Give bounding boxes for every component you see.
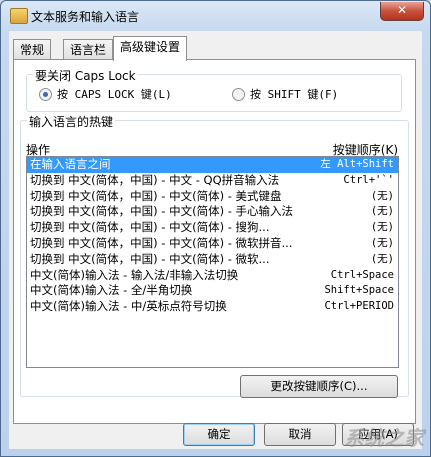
hotkey-action: 在输入语言之间 (30, 157, 111, 171)
hotkey-action: 中文(简体)输入法 - 中/英标点符号切换 (30, 299, 227, 314)
radio-selected-icon (39, 87, 52, 101)
hotkey-row[interactable]: 切换到 中文(简体，中国) - 中文 - QQ拼音输入法 Ctrl+'`' (27, 173, 398, 189)
hotkey-row[interactable]: 切换到 中文(简体，中国) - 中文(简体) - 微软拼音... (无) (27, 236, 398, 252)
radio-unselected-icon (232, 87, 245, 101)
tab-advanced-key-settings[interactable]: 高级键设置 (113, 36, 188, 61)
caps-lock-group: 要关闭 Caps Lock 按 CAPS LOCK 键(L) 按 SHIFT 键… (26, 67, 402, 112)
cancel-button[interactable]: 取消 (264, 423, 336, 446)
hotkey-keys: Ctrl+Space (330, 268, 394, 281)
caps-lock-key-radio[interactable]: 按 CAPS LOCK 键(L) (39, 86, 172, 102)
hotkey-row[interactable]: 中文(简体)输入法 - 中/英标点符号切换 Ctrl+PERIOD (27, 299, 398, 315)
dialog-client: 常规 语言栏 高级键设置 要关闭 Caps Lock 按 CAPS LOCK 键… (9, 31, 422, 449)
watermark-logo: 系统之家 (344, 426, 424, 450)
hotkey-keys: Shift+Space (324, 284, 394, 297)
dialog-window: 文本服务和输入语言 ✕ 常规 语言栏 高级键设置 要关闭 Caps Lock 按… (0, 0, 431, 457)
hotkey-row[interactable]: 切换到 中文(简体，中国) - 中文(简体) - 微软... (无) (27, 252, 398, 268)
hotkey-keys: Ctrl+PERIOD (324, 300, 394, 313)
advanced-key-settings-panel: 要关闭 Caps Lock 按 CAPS LOCK 键(L) 按 SHIFT 键… (13, 59, 416, 424)
hotkeys-list[interactable]: 在输入语言之间 左 Alt+Shift 切换到 中文(简体，中国) - 中文 - Q… (26, 156, 399, 368)
caps-lock-key-label: 按 CAPS LOCK 键(L) (57, 88, 172, 101)
hotkey-row[interactable]: 切换到 中文(简体，中国) - 中文(简体) - 美式键盘 (无) (27, 189, 398, 205)
hotkey-keys: (无) (370, 205, 394, 218)
ok-button[interactable]: 确定 (183, 423, 255, 446)
caps-lock-group-title: 要关闭 Caps Lock (33, 67, 138, 84)
shift-key-label: 按 SHIFT 键(F) (250, 88, 339, 101)
hotkeys-group-title: 输入语言的热键 (27, 113, 116, 130)
keyboard-app-icon (10, 8, 28, 24)
close-button[interactable]: ✕ (380, 2, 424, 21)
tab-language-bar[interactable]: 语言栏 (63, 39, 114, 60)
hotkey-row[interactable]: 在输入语言之间 左 Alt+Shift (27, 157, 398, 173)
hotkey-row[interactable]: 中文(简体)输入法 - 输入法/非输入法切换 Ctrl+Space (27, 268, 398, 284)
hotkey-action: 中文(简体)输入法 - 全/半角切换 (30, 283, 193, 298)
hotkey-row[interactable]: 中文(简体)输入法 - 全/半角切换 Shift+Space (27, 283, 398, 299)
hotkey-action: 中文(简体)输入法 - 输入法/非输入法切换 (30, 267, 239, 282)
hotkey-keys: (无) (370, 221, 394, 234)
hotkey-row[interactable]: 切换到 中文(简体，中国) - 中文(简体) - 搜狗... (无) (27, 220, 398, 236)
hotkey-action: 切换到 中文(简体，中国) - 中文(简体) - 美式键盘 (30, 188, 282, 203)
hotkey-keys: (无) (370, 252, 394, 265)
hotkey-action: 切换到 中文(简体，中国) - 中文(简体) - 微软... (30, 251, 270, 266)
hotkey-action: 切换到 中文(简体，中国) - 中文 - QQ拼音输入法 (30, 172, 280, 187)
hotkey-keys: (无) (370, 236, 394, 249)
change-key-sequence-button[interactable]: 更改按键顺序(C)... (240, 375, 398, 398)
shift-key-radio[interactable]: 按 SHIFT 键(F) (232, 86, 338, 102)
hotkey-keys: Ctrl+'`' (343, 173, 394, 186)
hotkey-keys: 左 Alt+Shift (320, 158, 394, 170)
window-title: 文本服务和输入语言 (31, 10, 140, 24)
hotkey-action: 切换到 中文(简体，中国) - 中文(简体) - 搜狗... (30, 220, 270, 235)
hotkey-action: 切换到 中文(简体，中国) - 中文(简体) - 手心输入法 (30, 204, 294, 219)
hotkey-row[interactable]: 切换到 中文(简体，中国) - 中文(简体) - 手心输入法 (无) (27, 204, 398, 220)
hotkey-keys: (无) (370, 189, 394, 202)
title-bar[interactable]: 文本服务和输入语言 ✕ (1, 1, 430, 31)
hotkey-action: 切换到 中文(简体，中国) - 中文(简体) - 微软拼音... (30, 235, 293, 250)
tab-general[interactable]: 常规 (13, 39, 52, 60)
